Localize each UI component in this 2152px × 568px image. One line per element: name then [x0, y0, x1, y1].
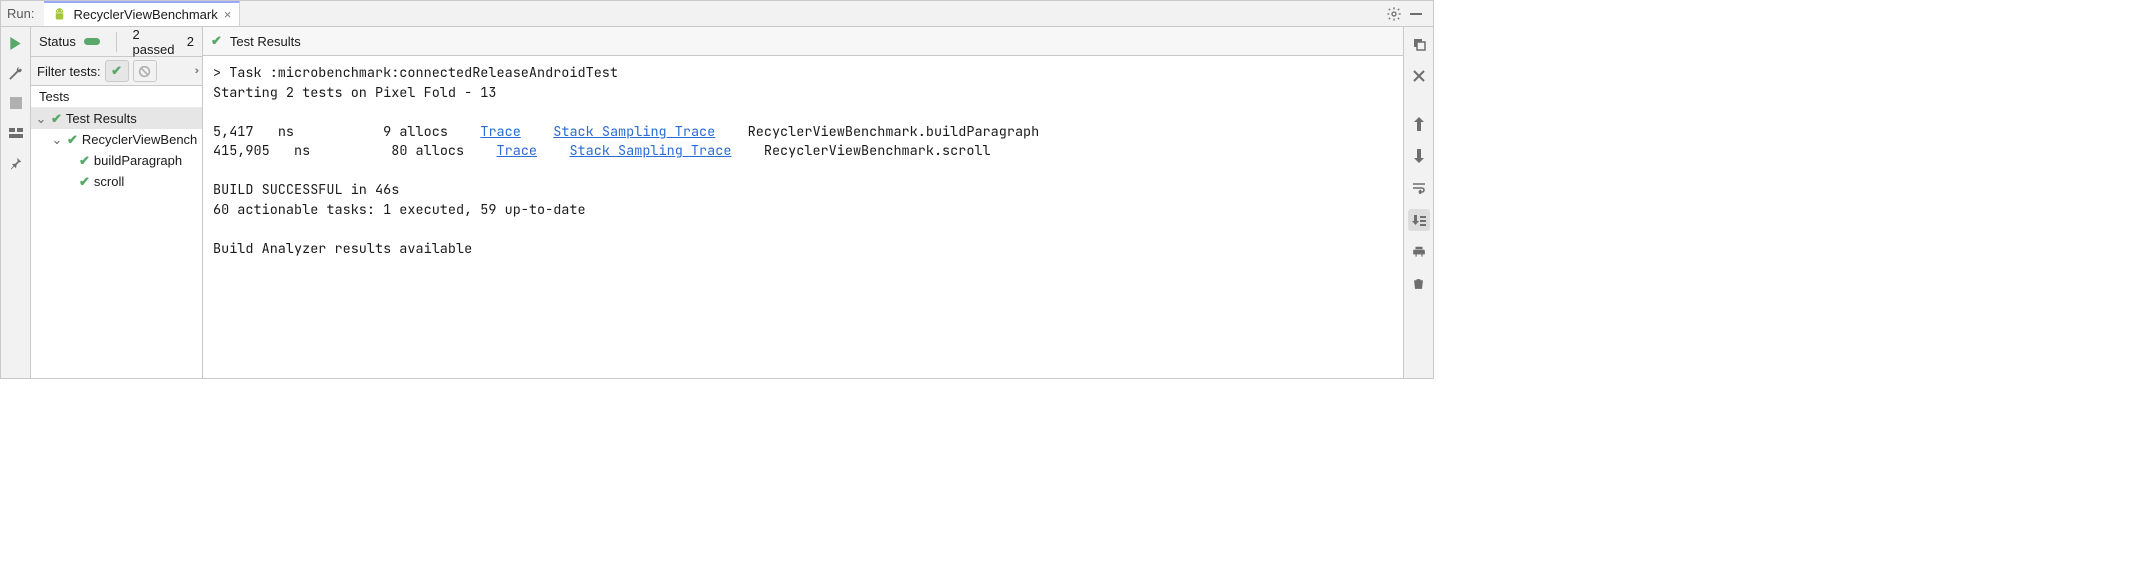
settings-icon[interactable]	[1383, 3, 1405, 25]
test-tree[interactable]: ⌄ ✔ Test Results ⌄ ✔ RecyclerViewBench ✔…	[31, 108, 202, 378]
check-icon: ✔	[79, 153, 90, 169]
run-config-tab[interactable]: RecyclerViewBenchmark ×	[44, 1, 240, 26]
status-pill	[84, 38, 100, 45]
tree-test-item[interactable]: ✔ scroll	[31, 171, 202, 192]
check-icon: ✔	[211, 33, 222, 49]
print-icon[interactable]	[1408, 241, 1430, 263]
bench-unit: ns	[278, 123, 294, 141]
filter-bar: Filter tests: ✔ ››	[31, 57, 202, 86]
trace-link[interactable]: Trace	[497, 142, 538, 160]
filter-ignored-button[interactable]	[133, 60, 157, 82]
trace-link[interactable]: Trace	[480, 123, 521, 141]
scroll-up-icon[interactable]	[1408, 113, 1430, 135]
android-icon	[52, 7, 67, 22]
minimize-icon[interactable]	[1405, 3, 1427, 25]
bench-allocs: 9 allocs	[383, 123, 448, 141]
bench-time: 415,905	[213, 142, 270, 160]
tree-test-label: buildParagraph	[94, 153, 182, 168]
bench-unit: ns	[294, 142, 310, 160]
tree-test-label: scroll	[94, 174, 124, 189]
close-tab-icon[interactable]: ×	[224, 7, 232, 22]
chevron-down-icon[interactable]: ⌄	[51, 132, 63, 148]
right-gutter	[1403, 27, 1433, 378]
stop-icon[interactable]	[8, 95, 24, 111]
status-total: 2	[187, 34, 194, 49]
scroll-to-end-icon[interactable]	[1408, 209, 1430, 231]
bench-allocs: 80 allocs	[391, 142, 464, 160]
check-icon: ✔	[79, 174, 90, 190]
check-icon: ✔	[67, 132, 78, 148]
wrench-icon[interactable]	[8, 65, 24, 81]
status-bar: Status 2 passed 2	[31, 27, 202, 57]
console-output[interactable]: > Task :microbenchmark:connectedReleaseA…	[203, 56, 1403, 378]
run-config-name: RecyclerViewBenchmark	[73, 7, 217, 22]
bench-method: RecyclerViewBenchmark.buildParagraph	[748, 123, 1040, 141]
export-icon[interactable]	[1408, 33, 1430, 55]
tree-suite[interactable]: ⌄ ✔ RecyclerViewBench	[31, 129, 202, 150]
results-header: ✔ Test Results	[203, 27, 1403, 56]
scroll-down-icon[interactable]	[1408, 145, 1430, 167]
bench-time: 5,417	[213, 123, 254, 141]
tree-root-label: Test Results	[66, 111, 137, 126]
tree-root[interactable]: ⌄ ✔ Test Results	[31, 108, 202, 129]
run-gutter	[1, 27, 31, 378]
status-passed: 2 passed	[133, 27, 179, 57]
results-title: Test Results	[230, 34, 301, 49]
trash-icon[interactable]	[1408, 273, 1430, 295]
filter-label: Filter tests:	[37, 64, 101, 79]
status-label: Status	[39, 34, 76, 49]
layout-icon[interactable]	[8, 125, 24, 141]
close-icon[interactable]	[1408, 65, 1430, 87]
run-icon[interactable]	[8, 35, 24, 51]
tree-suite-label: RecyclerViewBench	[82, 132, 197, 147]
console-line: > Task :microbenchmark:connectedReleaseA…	[213, 64, 618, 82]
filter-passed-button[interactable]: ✔	[105, 60, 129, 82]
console-line: 60 actionable tasks: 1 executed, 59 up-t…	[213, 201, 586, 219]
pin-icon[interactable]	[8, 155, 24, 171]
run-panel-label: Run:	[7, 6, 34, 21]
tree-test-item[interactable]: ✔ buildParagraph	[31, 150, 202, 171]
console-line: Starting 2 tests on Pixel Fold - 13	[213, 84, 497, 102]
console-line: Build Analyzer results available	[213, 240, 472, 258]
filter-more-icon[interactable]: ››	[195, 65, 196, 77]
stack-trace-link[interactable]: Stack Sampling Trace	[569, 142, 731, 160]
tests-column-header: Tests	[31, 86, 202, 108]
console-line: BUILD SUCCESSFUL in 46s	[213, 181, 399, 199]
bench-method: RecyclerViewBenchmark.scroll	[764, 142, 991, 160]
stack-trace-link[interactable]: Stack Sampling Trace	[553, 123, 715, 141]
check-icon: ✔	[51, 111, 62, 127]
chevron-down-icon[interactable]: ⌄	[35, 111, 47, 127]
soft-wrap-icon[interactable]	[1408, 177, 1430, 199]
